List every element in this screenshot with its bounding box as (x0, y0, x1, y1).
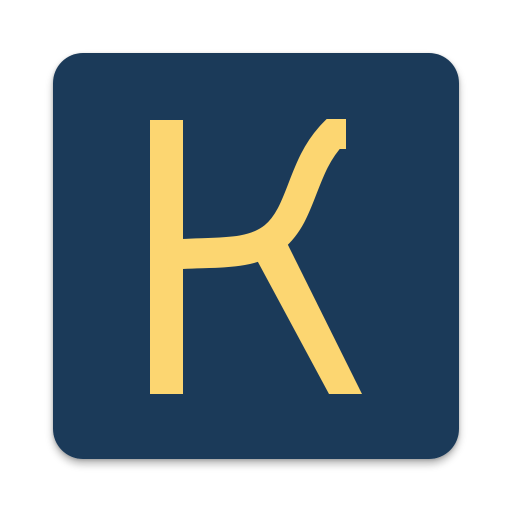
app-icon[interactable] (53, 53, 459, 459)
k-logo-icon (53, 53, 459, 459)
app-icon-canvas (0, 0, 512, 512)
